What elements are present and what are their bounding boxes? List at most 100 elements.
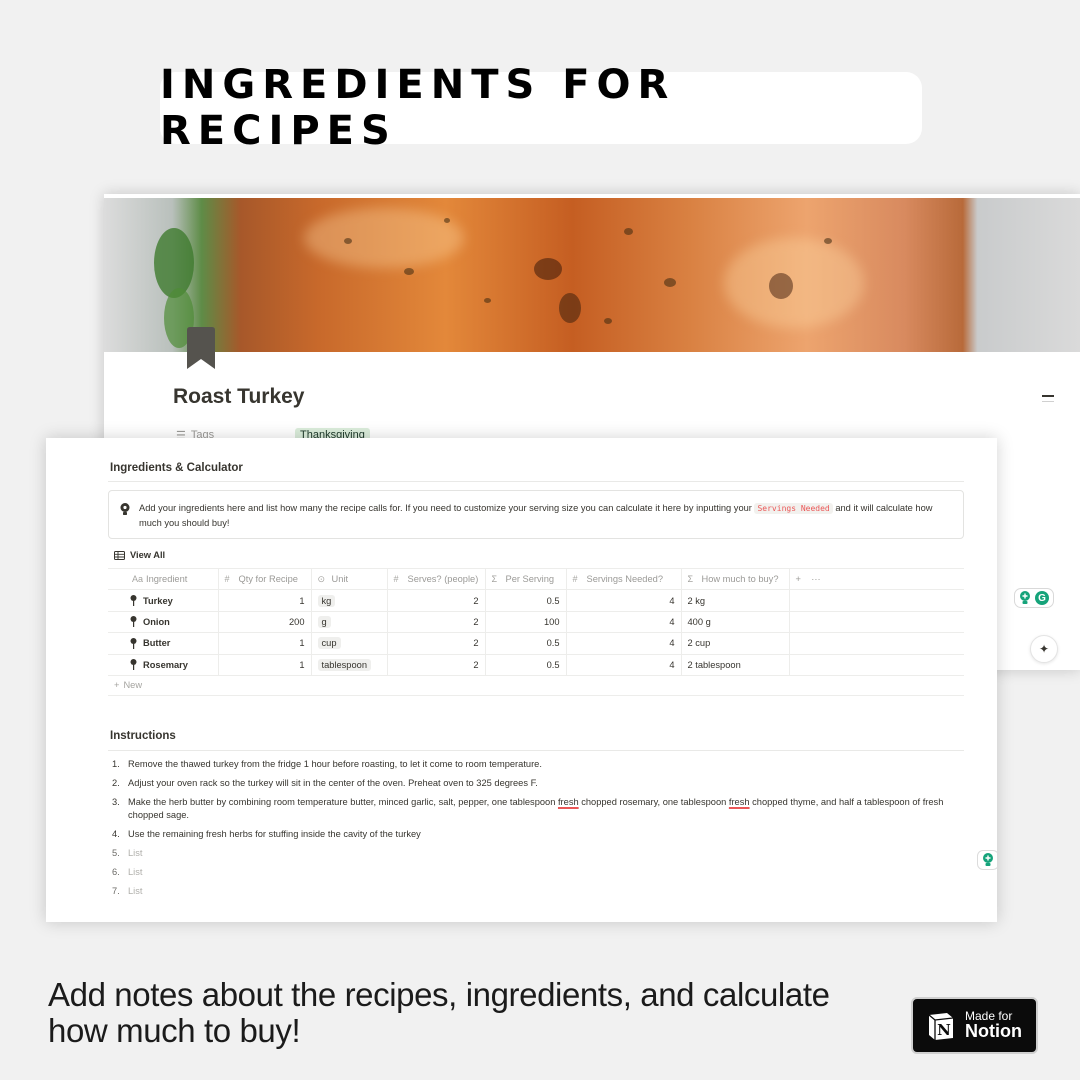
step-number: 4.	[112, 829, 120, 839]
instruction-step[interactable]: 3. Make the herb butter by combining room…	[110, 796, 970, 822]
step-text-part: Make the herb butter by combining room t…	[128, 797, 558, 807]
instructions-list: 1. Remove the thawed turkey from the frid…	[110, 758, 970, 904]
cell-per-serving: 0.5	[484, 589, 566, 612]
badge-big-text: Notion	[965, 1021, 1022, 1042]
step-text-part: chopped rosemary, one tablespoon	[578, 797, 729, 807]
step-text: Use the remaining fresh herbs for stuffi…	[128, 829, 421, 839]
column-header-per-serving[interactable]: Σ Per Serving	[484, 567, 566, 591]
instruction-step[interactable]: 2. Adjust your oven rack so the turkey wi…	[110, 777, 970, 790]
instructions-heading: Instructions	[110, 730, 176, 742]
step-number: 3.	[112, 797, 120, 807]
cell-qty[interactable]: 1	[217, 632, 311, 655]
ingredients-heading: Ingredients & Calculator	[110, 462, 243, 474]
cell-serves[interactable]: 2	[386, 589, 485, 612]
cell-unit[interactable]: kg	[310, 589, 387, 612]
cell-to-buy: 2 tablespoon	[680, 653, 789, 676]
cell-ingredient[interactable]: Onion	[108, 610, 218, 634]
sparkle-icon[interactable]: ✦	[1030, 635, 1058, 663]
lightbulb-icon	[120, 503, 130, 515]
cell-serves[interactable]: 2	[386, 632, 485, 655]
cell-unit[interactable]: cup	[310, 632, 387, 655]
number-property-icon: #	[572, 574, 578, 585]
grammarly-suggestion-button[interactable]	[977, 850, 997, 870]
cell-ingredient[interactable]: Rosemary	[108, 653, 218, 676]
table-row[interactable]: Onion 200 g 2 100 4 400 g	[108, 610, 964, 634]
cell-empty	[788, 653, 964, 676]
cell-servings-needed[interactable]: 4	[565, 653, 681, 676]
plus-icon: +	[114, 680, 120, 690]
column-header-serves[interactable]: # Serves? (people)	[386, 567, 485, 591]
number-property-icon: #	[393, 574, 399, 585]
table-icon	[114, 550, 125, 560]
instruction-step[interactable]: 7. List	[110, 885, 970, 898]
step-number: 2.	[112, 778, 120, 788]
tab-view-all[interactable]: View All	[114, 550, 165, 560]
callout-block[interactable]: Add your ingredients here and list how m…	[108, 490, 964, 539]
cell-empty	[788, 589, 964, 612]
cell-ingredient[interactable]: Turkey	[108, 589, 218, 612]
cell-per-serving: 0.5	[484, 653, 566, 676]
page-title[interactable]: Roast Turkey	[173, 385, 305, 409]
instruction-step[interactable]: 4. Use the remaining fresh herbs for stuf…	[110, 828, 970, 841]
instruction-step[interactable]: 5. List	[110, 847, 970, 860]
pin-icon	[130, 616, 137, 628]
cell-empty	[788, 610, 964, 634]
column-header-unit[interactable]: ⊙ Unit	[310, 567, 387, 591]
step-text: List	[128, 848, 143, 858]
unit-tag: cup	[317, 637, 341, 650]
misspelled-word: fresh	[557, 797, 579, 807]
new-row-button[interactable]: + New	[114, 680, 142, 690]
cell-qty[interactable]: 1	[217, 653, 311, 676]
collapse-button[interactable]	[1042, 395, 1054, 402]
pin-icon	[130, 637, 137, 649]
more-options-button[interactable]: ···	[811, 574, 820, 584]
table-header-row: Aa Ingredient # Qty for Recipe ⊙ Unit # Serv…	[108, 567, 964, 591]
formula-property-icon: Σ	[491, 574, 498, 585]
divider	[108, 481, 964, 482]
grammarly-icon[interactable]: G	[1035, 591, 1049, 605]
step-number: 7.	[112, 886, 120, 896]
step-text: Adjust your oven rack so the turkey will…	[128, 778, 538, 788]
column-header-qty[interactable]: # Qty for Recipe	[217, 567, 311, 591]
table-row[interactable]: Butter 1 cup 2 0.5 4 2 cup	[108, 632, 964, 655]
cell-unit[interactable]: tablespoon	[310, 653, 387, 676]
table-row[interactable]: Rosemary 1 tablespoon 2 0.5 4 2 tablespoon	[108, 653, 964, 676]
step-text: Remove the thawed turkey from the fridge…	[128, 759, 542, 769]
text-property-icon: Aa	[132, 574, 144, 585]
instruction-step[interactable]: 1. Remove the thawed turkey from the frid…	[110, 758, 970, 771]
cell-qty[interactable]: 1	[217, 589, 311, 612]
step-text: List	[128, 867, 143, 877]
step-number: 6.	[112, 867, 120, 877]
step-number: 5.	[112, 848, 120, 858]
unit-tag: g	[317, 615, 331, 628]
cell-to-buy: 2 cup	[680, 632, 789, 655]
cell-unit[interactable]: g	[310, 610, 387, 634]
cell-serves[interactable]: 2	[386, 610, 485, 634]
inline-code: Servings Needed	[754, 503, 833, 514]
cell-qty[interactable]: 200	[217, 610, 311, 634]
column-header-ingredient[interactable]: Aa Ingredient	[108, 567, 218, 591]
cell-servings-needed[interactable]: 4	[565, 589, 681, 612]
select-property-icon: ⊙	[317, 573, 326, 584]
page-content-window: Ingredients & Calculator Add your ingred…	[46, 438, 997, 922]
instruction-step[interactable]: 6. List	[110, 866, 970, 879]
misspelled-word: fresh	[728, 797, 750, 807]
made-for-notion-badge: N Made for Notion	[911, 997, 1038, 1054]
add-column-button[interactable]: +	[796, 574, 801, 584]
cell-serves[interactable]: 2	[386, 653, 485, 676]
bookmark-icon[interactable]	[187, 327, 215, 369]
table-row[interactable]: Turkey 1 kg 2 0.5 4 2 kg	[108, 589, 964, 612]
column-header-to-buy[interactable]: Σ How much to buy?	[680, 567, 789, 591]
cell-servings-needed[interactable]: 4	[565, 632, 681, 655]
lightbulb-icon	[983, 853, 993, 866]
divider	[108, 750, 964, 751]
cell-servings-needed[interactable]: 4	[565, 610, 681, 634]
callout-text: Add your ingredients here and list how m…	[139, 503, 755, 513]
cell-ingredient[interactable]: Butter	[108, 632, 218, 655]
column-header-servings-needed[interactable]: # Servings Needed?	[565, 567, 681, 591]
step-text: List	[128, 886, 143, 896]
headline-banner: INGREDIENTS FOR RECIPES	[160, 62, 922, 154]
grammarly-widget[interactable]: G	[1014, 588, 1054, 608]
cell-per-serving: 0.5	[484, 632, 566, 655]
cell-to-buy: 400 g	[680, 610, 789, 634]
